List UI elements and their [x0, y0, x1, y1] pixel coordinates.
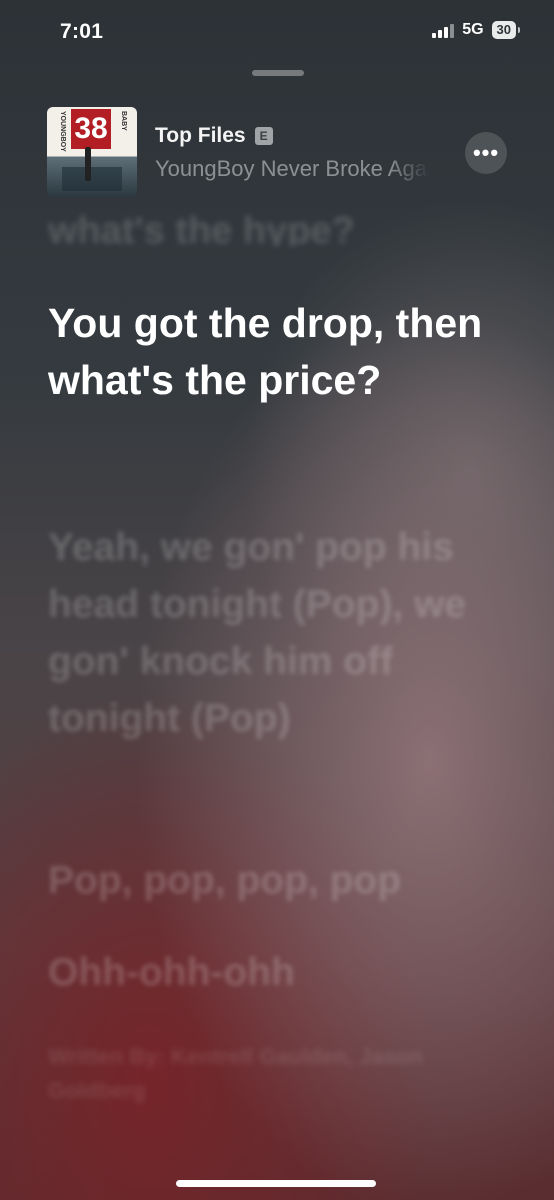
songwriter-credits: Written By: Kentrell Gaulden, Jason Gold… — [48, 1044, 423, 1103]
sheet-grabber-handle[interactable] — [252, 70, 304, 76]
track-title: Top Files — [155, 124, 246, 147]
album-artwork[interactable]: YOUNGBOY 38 BABY — [47, 107, 137, 197]
lyric-line-upcoming[interactable]: Ohh-ohh-ohh — [48, 944, 498, 1001]
home-indicator[interactable] — [176, 1180, 376, 1187]
artwork-side-text-right: BABY — [120, 111, 127, 131]
lyric-line-previous[interactable]: what's the hype? — [48, 206, 498, 246]
status-time: 7:01 — [60, 20, 104, 43]
status-indicators: 5G 30 — [432, 21, 521, 39]
artwork-side-text-left: YOUNGBOY — [59, 111, 66, 152]
lyric-line-upcoming[interactable]: Pop, pop, pop, pop — [48, 852, 498, 909]
track-artist[interactable]: YoungBoy Never Broke Again — [155, 156, 430, 182]
lyric-line-current[interactable]: You got the drop, then what's the price? — [48, 295, 498, 409]
battery-icon: 30 — [491, 21, 521, 39]
artwork-scene — [62, 167, 122, 191]
cellular-signal-icon — [432, 23, 455, 38]
track-title-row[interactable]: Top Files E — [155, 124, 273, 148]
explicit-badge: E — [254, 127, 273, 145]
more-options-button[interactable]: ••• — [465, 132, 507, 174]
lyric-line-upcoming[interactable]: Yeah, we gon' pop his head tonight (Pop)… — [48, 519, 498, 747]
artwork-figure — [85, 147, 91, 181]
network-type: 5G — [462, 21, 484, 38]
lyrics-screen: 7:01 5G 30 YOUNGBOY 38 BABY Top Files E … — [0, 0, 554, 1200]
artwork-title-text: 38 — [71, 109, 111, 149]
